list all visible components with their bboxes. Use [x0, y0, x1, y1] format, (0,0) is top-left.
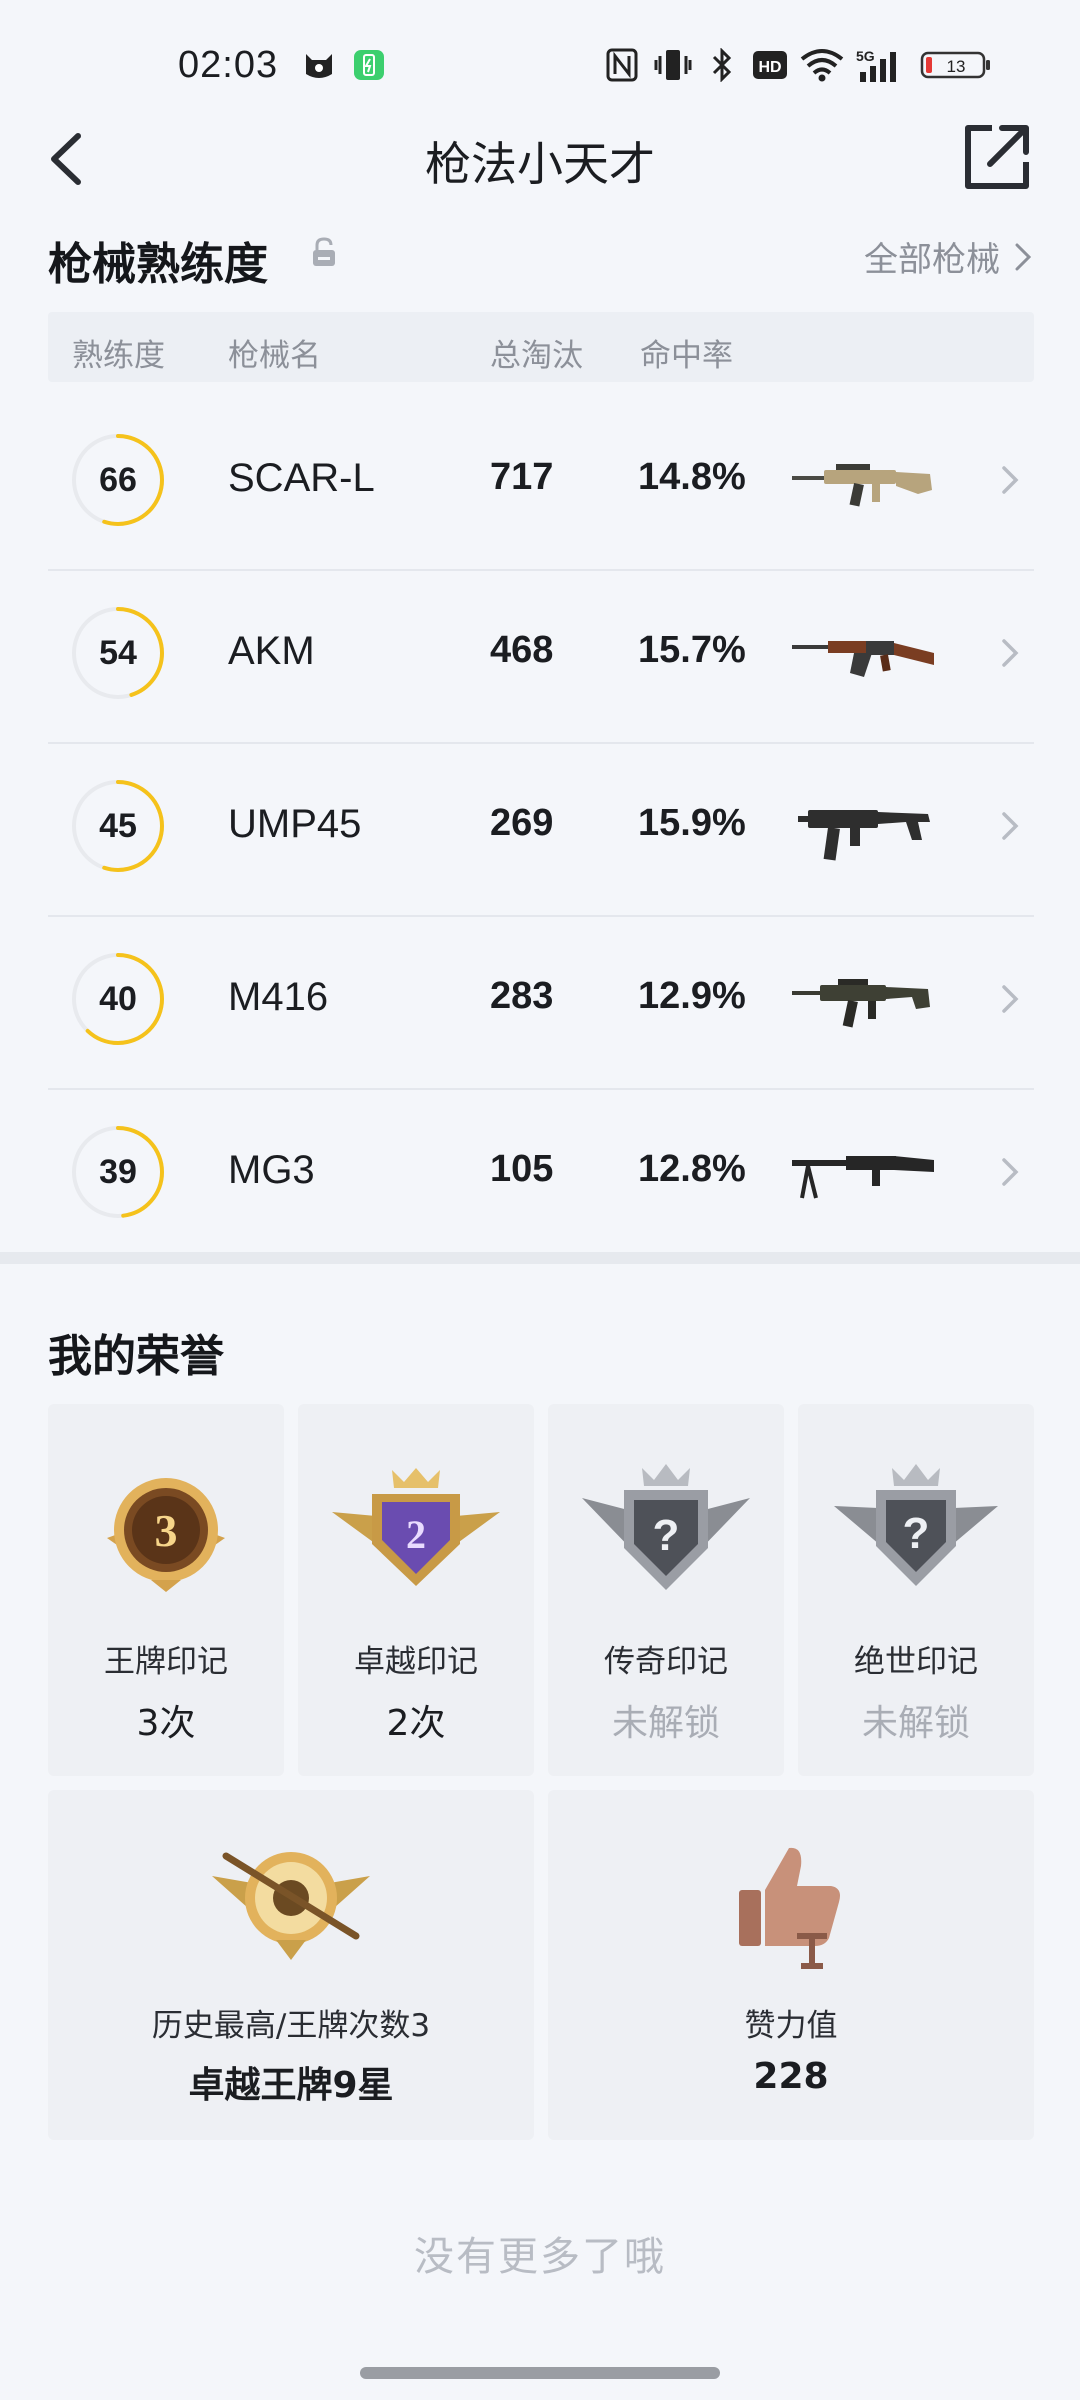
weapon-kills: 105 [490, 1148, 554, 1190]
mg3-machine-gun-icon [792, 1156, 934, 1199]
status-time: 02:03 [178, 44, 279, 86]
honor-card-highest-tier[interactable]: 历史最高/王牌次数3 卓越王牌9星 [48, 1790, 534, 2140]
all-weapons-link[interactable]: 全部枪械 [864, 232, 1032, 281]
weapon-hit-rate: 12.9% [638, 975, 746, 1017]
weapon-kills: 283 [490, 975, 554, 1017]
battery-icon: 13 [920, 51, 990, 79]
mastery-level: 45 [99, 807, 137, 845]
weapon-hit-rate: 14.8% [638, 456, 746, 498]
honor-value: 2次 [386, 1703, 446, 1744]
honor-label: 王牌印记 [104, 1644, 228, 1680]
honor-value: 未解锁 [611, 1703, 720, 1744]
weapon-kills: 468 [490, 629, 554, 671]
svg-text:3: 3 [155, 1505, 178, 1556]
honor-label: 历史最高/王牌次数3 [151, 2008, 431, 2044]
bluetooth-icon [712, 48, 732, 82]
home-indicator[interactable] [360, 2367, 720, 2379]
akm-rifle-icon [792, 641, 934, 677]
honor-label: 传奇印记 [604, 1644, 728, 1680]
weapon-hit-rate: 12.8% [638, 1148, 746, 1190]
weapon-row-ump45[interactable]: 45 UMP45 269 15.9% [48, 744, 1034, 917]
weapon-name: AKM [228, 629, 315, 673]
honor-value: 未解锁 [861, 1703, 970, 1744]
chevron-right-icon [1002, 466, 1019, 494]
tier-medal-icon [212, 1852, 370, 1960]
weapon-row-mg3[interactable]: 39 MG3 105 12.8% [48, 1090, 1034, 1261]
weapon-kills: 717 [490, 456, 554, 498]
mastery-section-title: 枪械熟练度 [48, 239, 268, 290]
weapon-hit-rate: 15.9% [638, 802, 746, 844]
column-header-mastery: 熟练度 [72, 338, 165, 374]
weapon-row-m416[interactable]: 40 M416 283 12.9% [48, 917, 1034, 1090]
section-divider [0, 1252, 1080, 1264]
signal-5g-icon: 5G [856, 48, 896, 82]
end-of-list-text: 没有更多了哦 [414, 2234, 666, 2280]
chevron-right-icon [1002, 812, 1019, 840]
honor-value: 卓越王牌9星 [188, 2065, 394, 2106]
wifi-icon [800, 49, 844, 82]
locked-peerless-medal-icon: ? [834, 1464, 998, 1586]
mastery-level: 40 [99, 980, 137, 1018]
mastery-level: 66 [99, 461, 137, 499]
honor-card-legend[interactable]: ? 传奇印记 未解锁 [548, 1404, 784, 1776]
weapon-row-scar-l[interactable]: 66 SCAR-L 717 14.8% [48, 398, 1034, 571]
mastery-table-header: 熟练度 枪械名 总淘汰 命中率 [48, 312, 1034, 382]
column-header-kills: 总淘汰 [490, 338, 583, 374]
svg-text:5G: 5G [856, 48, 875, 64]
mastery-level: 39 [99, 1153, 137, 1191]
hd-icon: HD [753, 51, 787, 79]
weapon-name: UMP45 [228, 802, 362, 846]
honor-label: 卓越印记 [354, 1644, 478, 1680]
chevron-right-icon [1002, 985, 1019, 1013]
all-weapons-label: 全部枪械 [864, 240, 1000, 280]
ace-medal-icon: 3 [107, 1478, 225, 1592]
honor-value: 3次 [136, 1703, 196, 1744]
honor-card-excellent[interactable]: 2 卓越印记 2次 [298, 1404, 534, 1776]
ump45-smg-icon [798, 810, 930, 861]
weapon-name: M416 [228, 975, 329, 1019]
column-header-hit-rate: 命中率 [640, 338, 733, 374]
weapon-kills: 269 [490, 802, 554, 844]
honor-value: 228 [753, 2056, 829, 2097]
chevron-right-icon [1015, 243, 1032, 270]
honor-card-peerless[interactable]: ? 绝世印记 未解锁 [798, 1404, 1034, 1776]
excellent-medal-icon: 2 [332, 1468, 500, 1586]
svg-text:?: ? [653, 1511, 680, 1560]
nfc-icon [606, 48, 638, 82]
weapon-list: 66 SCAR-L 717 14.8% 54 AKM 468 15.7% 45 … [48, 398, 1034, 1261]
weapon-hit-rate: 15.7% [638, 629, 746, 671]
m416-rifle-icon [792, 979, 930, 1028]
svg-text:2: 2 [406, 1512, 426, 1557]
weapon-name: MG3 [228, 1148, 315, 1192]
svg-text:?: ? [903, 1509, 930, 1558]
weapon-name: SCAR-L [228, 456, 375, 500]
lock-icon[interactable] [310, 236, 338, 268]
cat-app-icon [306, 54, 332, 78]
chevron-right-icon [1002, 1158, 1019, 1186]
scar-l-rifle-icon [792, 464, 932, 507]
honor-card-ace[interactable]: 3 王牌印记 3次 [48, 1404, 284, 1776]
weapon-row-akm[interactable]: 54 AKM 468 15.7% [48, 571, 1034, 744]
locked-legend-medal-icon: ? [582, 1464, 750, 1590]
honors-section-title: 我的荣誉 [48, 1331, 224, 1382]
page-title: 枪法小天才 [425, 137, 655, 191]
honor-card-likes[interactable]: 赞力值 228 [548, 1790, 1034, 2140]
svg-text:HD: HD [758, 59, 781, 76]
column-header-weapon-name: 枪械名 [228, 338, 321, 374]
app-header: 枪法小天才 [0, 110, 1080, 210]
app-root: 02:03 HD 5G 13 枪法小天才 枪械熟练度 全部枪械 熟练度 枪械名 … [0, 0, 1080, 2400]
svg-text:13: 13 [947, 57, 966, 76]
battery-saver-icon [354, 50, 384, 80]
vibrate-icon [654, 50, 692, 80]
mastery-level: 54 [99, 634, 137, 672]
share-button[interactable] [962, 122, 1032, 192]
honor-label: 绝世印记 [854, 1644, 978, 1680]
thumbs-up-icon [739, 1847, 840, 1969]
chevron-right-icon [1002, 639, 1019, 667]
honor-label: 赞力值 [744, 2008, 838, 2044]
